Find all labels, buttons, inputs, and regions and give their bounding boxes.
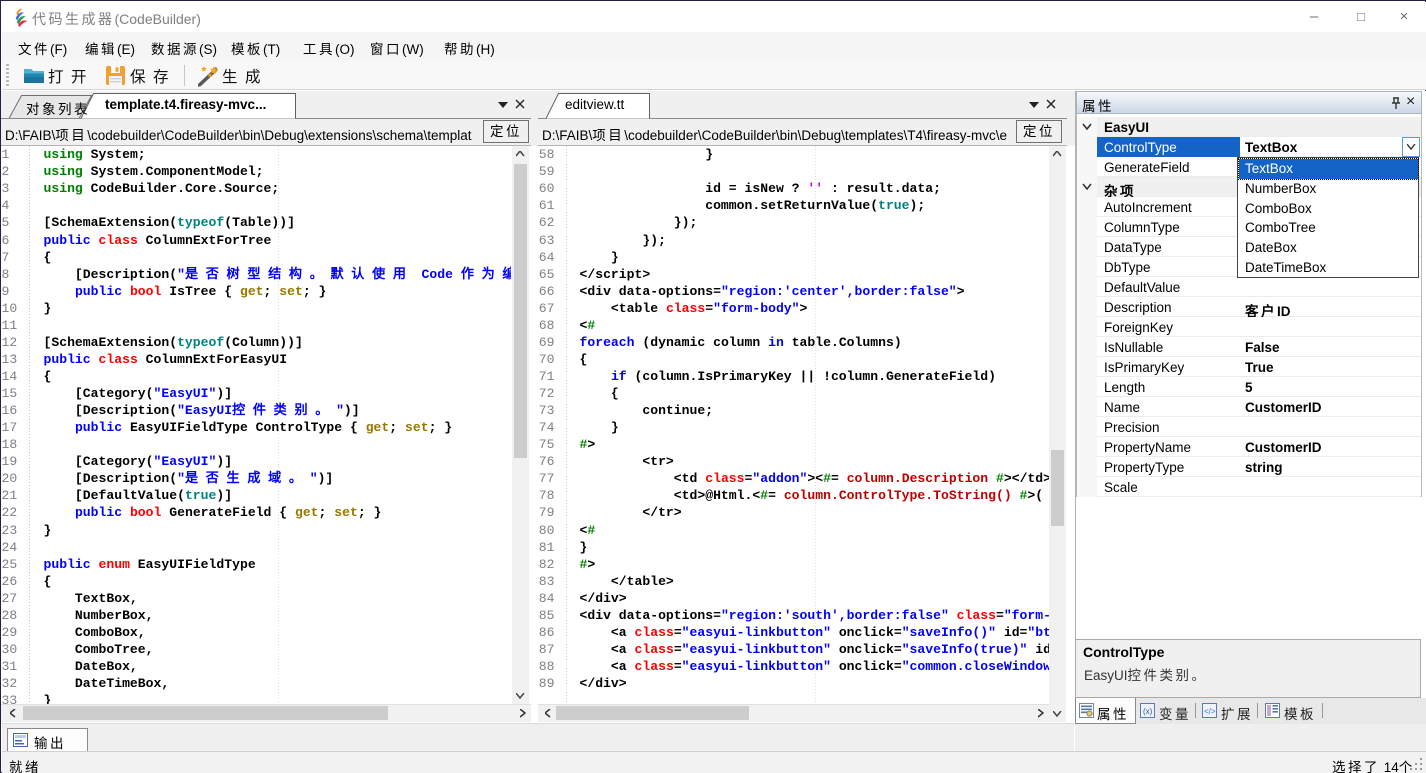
svg-text:</>: </>: [1204, 707, 1216, 716]
svg-text:(x): (x): [1143, 707, 1153, 716]
